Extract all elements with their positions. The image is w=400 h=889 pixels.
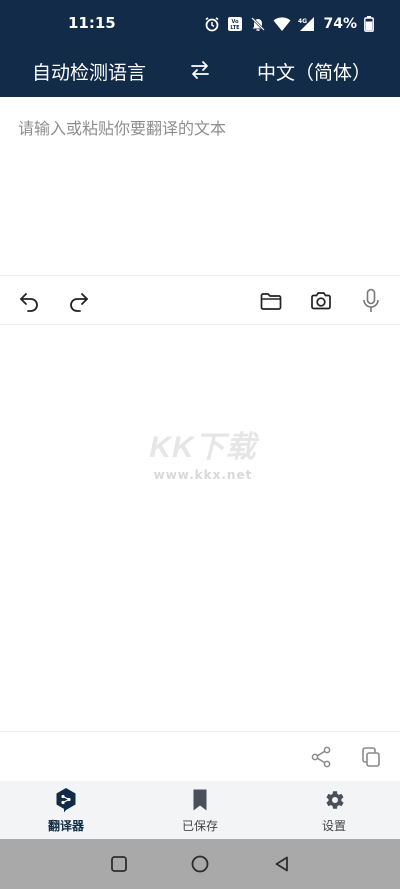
source-text-area — [0, 97, 400, 275]
nav-translator-label: 翻译器 — [47, 819, 84, 833]
copy-button[interactable] — [358, 744, 384, 770]
signal-4g-icon: 4G — [298, 16, 316, 32]
svg-text:4G: 4G — [298, 18, 307, 25]
undo-button[interactable] — [16, 288, 42, 314]
back-triangle-icon — [275, 856, 288, 872]
folder-icon — [260, 293, 282, 310]
bookmark-icon — [193, 789, 207, 811]
wifi-icon — [273, 16, 291, 32]
gear-icon — [326, 791, 344, 809]
share-icon — [311, 746, 331, 768]
alarm-icon — [204, 16, 220, 32]
deepl-logo-icon — [56, 788, 76, 813]
home-button[interactable] — [190, 854, 210, 874]
watermark-logo: KK下载 — [149, 431, 257, 464]
nav-saved[interactable]: 已保存 — [155, 787, 245, 837]
input-toolbar — [0, 275, 400, 325]
nav-saved-label: 已保存 — [181, 819, 218, 833]
home-circle-icon — [191, 855, 209, 873]
watermark: KK下载 www.kkx.net — [138, 422, 268, 482]
camera-button[interactable] — [308, 288, 334, 314]
microphone-icon — [363, 288, 379, 312]
target-language-selector[interactable]: 中文（简体） — [257, 58, 371, 85]
language-bar: 自动检测语言 中文（简体） — [0, 48, 400, 97]
swap-languages-button[interactable] — [186, 56, 214, 84]
svg-text:LTE: LTE — [231, 25, 241, 31]
system-navigation-bar — [0, 839, 400, 889]
source-text-input[interactable] — [18, 115, 382, 255]
copy-icon — [362, 747, 380, 767]
redo-button[interactable] — [66, 288, 92, 314]
app-header: 11:15 Vo LTE 4G 74% 自动检测语言 中文（简体） — [0, 0, 400, 97]
open-file-button[interactable] — [258, 288, 284, 314]
volte-icon: Vo LTE — [227, 16, 243, 32]
nav-settings[interactable]: 设置 — [289, 787, 379, 837]
swap-arrows-icon — [191, 61, 209, 79]
bottom-navigation: 翻译器 已保存 设置 — [0, 781, 400, 839]
status-icons: Vo LTE 4G 74% — [204, 14, 374, 34]
nav-translator[interactable]: 翻译器 — [21, 787, 111, 837]
output-action-bar — [0, 731, 400, 781]
undo-icon — [20, 293, 38, 312]
translation-output-area: KK下载 www.kkx.net — [0, 326, 400, 731]
nav-settings-label: 设置 — [321, 819, 346, 833]
microphone-button[interactable] — [358, 288, 384, 314]
status-time: 11:15 — [68, 14, 116, 32]
source-language-selector[interactable]: 自动检测语言 — [32, 58, 146, 85]
battery-percent: 74% — [323, 16, 357, 32]
redo-icon — [70, 293, 88, 312]
back-button[interactable] — [272, 854, 292, 874]
status-bar: 11:15 Vo LTE 4G 74% — [0, 0, 400, 48]
battery-icon — [364, 16, 374, 32]
recents-square-icon — [111, 856, 127, 872]
share-button[interactable] — [308, 744, 334, 770]
camera-icon — [311, 292, 331, 310]
watermark-url: www.kkx.net — [153, 468, 253, 482]
recents-button[interactable] — [109, 854, 129, 874]
mute-icon — [250, 16, 266, 32]
